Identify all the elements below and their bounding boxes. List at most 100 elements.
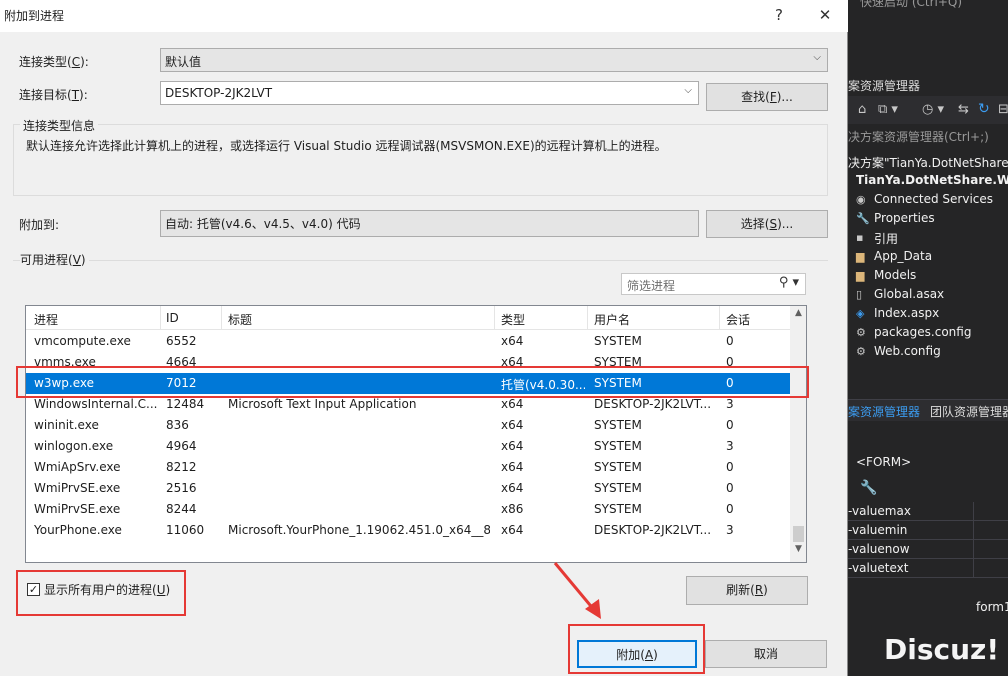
connection-type-select[interactable]: 默认值 ⌵ [160,48,828,72]
cell-title: Microsoft Text Input Application [228,397,417,411]
table-row[interactable]: YourPhone.exe 11060 Microsoft.YourPhone_1.… [26,520,790,541]
solution-item[interactable]: App_Data [874,249,932,263]
panel-tabs: 案资源管理器 团队资源管理器 [848,399,1008,421]
cell-type: x64 [501,334,524,348]
cell-process: WmiPrvSE.exe [34,481,121,495]
solution-item[interactable]: Global.asax [874,287,944,301]
history-icon[interactable]: ◷ ▾ [922,102,944,117]
explorer-toolbar: ⌂ ⧉ ▾ ◷ ▾ ⇆ ↻ ⊟ [848,96,1008,124]
column-header-session[interactable]: 会话 [726,311,750,328]
cell-session: 3 [726,397,734,411]
vertical-scrollbar[interactable]: ▲ ▼ [790,306,806,562]
property-row[interactable]: -valuemax [848,502,1008,521]
table-row[interactable]: WmiPrvSE.exe 8244 x86 SYSTEM 0 [26,499,790,520]
solution-node[interactable]: 决方案"TianYa.DotNetShare [848,154,1008,171]
web-file-icon: ◈ [856,307,865,320]
solution-item[interactable]: Models [874,268,916,282]
collapse-icon[interactable]: ⊟ [998,102,1008,117]
cell-session: 0 [726,502,734,516]
property-pages-icon[interactable]: 🔧 [860,480,877,496]
properties-object[interactable]: <FORM> [856,455,911,469]
solution-item[interactable]: Properties [874,211,935,225]
property-name: -valuetext [848,561,909,575]
dialog-title: 附加到进程 [4,9,65,23]
watermark-logo: Discuz! [884,633,1000,666]
title-bar: 附加到进程 ? ✕ [0,0,848,32]
property-row[interactable]: -valuenow [848,540,1008,559]
column-header-process[interactable]: 进程 [34,311,58,328]
solution-item[interactable]: Index.aspx [874,306,939,320]
home-icon[interactable]: ⌂ [858,102,866,117]
cell-process: vmcompute.exe [34,334,131,348]
table-row[interactable]: wininit.exe 836 x64 SYSTEM 0 [26,415,790,436]
solution-explorer-panel: 快速启动 (Ctrl+Q) 案资源管理器 ⌂ ⧉ ▾ ◷ ▾ ⇆ ↻ ⊟ 决方案… [848,0,1008,676]
project-node[interactable]: TianYa.DotNetShare.Web [856,173,1008,187]
column-divider[interactable] [587,306,588,330]
scroll-down-icon[interactable]: ▼ [790,544,806,554]
column-header-title[interactable]: 标题 [228,311,252,328]
cell-id: 8212 [166,460,197,474]
explorer-search[interactable]: 决方案资源管理器(Ctrl+;) [848,128,989,145]
connection-type-label: 连接类型(C): [19,55,89,69]
cell-username: DESKTOP-2JK2LVT... [594,523,712,537]
cell-type: x86 [501,502,524,516]
table-row[interactable]: vmcompute.exe 6552 x64 SYSTEM 0 [26,331,790,352]
filter-input[interactable]: 筛选进程 ⚲ ▾ [621,273,806,295]
cell-username: DESKTOP-2JK2LVT... [594,397,712,411]
column-divider[interactable] [494,306,495,330]
property-row[interactable]: -valuetext [848,559,1008,578]
column-header-type[interactable]: 类型 [501,311,525,328]
help-button[interactable]: ? [767,4,791,28]
property-row[interactable]: -valuemin [848,521,1008,540]
solution-item[interactable]: Web.config [874,344,941,358]
table-row[interactable]: winlogon.exe 4964 x64 SYSTEM 3 [26,436,790,457]
attach-to-value: 自动: 托管(v4.6、v4.5、v4.0) 代码 [165,217,361,231]
cell-id: 2516 [166,481,197,495]
cell-process: winlogon.exe [34,439,114,453]
cell-type: x64 [501,481,524,495]
cell-process: wininit.exe [34,418,99,432]
cell-type: x64 [501,439,524,453]
cell-username: SYSTEM [594,334,642,348]
column-divider[interactable] [160,306,161,330]
attach-to-field: 自动: 托管(v4.6、v4.5、v4.0) 代码 [160,210,699,237]
quick-launch-clipped[interactable]: 快速启动 (Ctrl+Q) [860,0,962,10]
refresh-button[interactable]: 刷新(R) [686,576,808,605]
cell-type: x64 [501,397,524,411]
process-list[interactable]: 进程 ID 标题 类型 用户名 会话 vmcompute.exe 6552 x64 S… [25,305,807,563]
close-button[interactable]: ✕ [813,4,837,28]
connection-target-combo[interactable]: DESKTOP-2JK2LVT ⌵ [160,81,699,105]
search-icon[interactable]: ⚲ ▾ [779,275,799,290]
column-divider[interactable] [221,306,222,330]
cell-session: 3 [726,523,734,537]
cancel-button[interactable]: 取消 [705,640,827,668]
solution-item[interactable]: 引用 [874,230,898,247]
tab-team-explorer[interactable]: 团队资源管理器 [930,403,1008,420]
cell-id: 6552 [166,334,197,348]
tab-solution-explorer[interactable]: 案资源管理器 [848,403,920,420]
switch-views-icon[interactable]: ⇆ [958,102,969,117]
table-row[interactable]: WmiApSrv.exe 8212 x64 SYSTEM 0 [26,457,790,478]
connection-info-group [13,124,828,196]
scroll-up-icon[interactable]: ▲ [790,308,806,318]
table-row[interactable]: WmiPrvSE.exe 2516 x64 SYSTEM 0 [26,478,790,499]
scroll-thumb[interactable] [793,526,804,542]
property-column-divider [973,521,974,540]
find-button[interactable]: 查找(F)... [706,83,828,111]
cell-username: SYSTEM [594,460,642,474]
column-header-username[interactable]: 用户名 [594,311,630,328]
connection-type-value: 默认值 [165,55,202,69]
select-button[interactable]: 选择(S)... [706,210,828,238]
solution-item[interactable]: packages.config [874,325,971,339]
solution-item[interactable]: Connected Services [874,192,993,206]
refresh-icon[interactable]: ↻ [978,101,990,117]
column-divider[interactable] [719,306,720,330]
property-name: -valuenow [848,542,910,556]
sync-icon[interactable]: ⧉ ▾ [878,102,898,117]
cell-session: 0 [726,460,734,474]
cell-id: 11060 [166,523,205,537]
cell-username: SYSTEM [594,502,642,516]
cell-process: YourPhone.exe [34,523,122,537]
connected-services-icon: ◉ [856,193,866,206]
column-header-id[interactable]: ID [166,311,179,325]
